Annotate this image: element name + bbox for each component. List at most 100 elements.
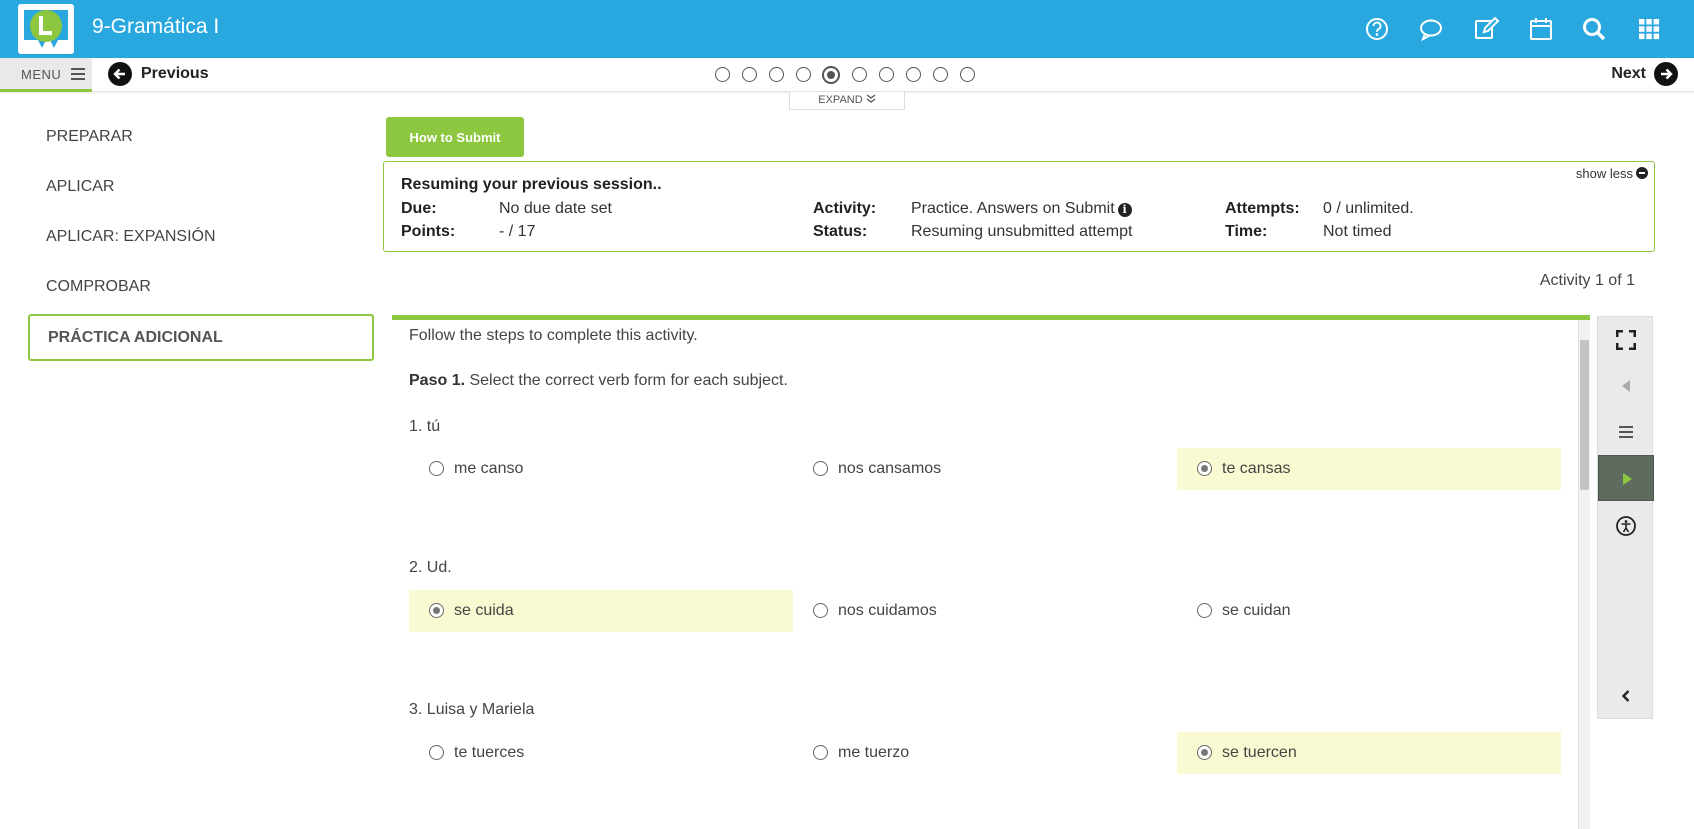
sidebar-item-comprobar[interactable]: COMPROBAR — [46, 278, 151, 296]
accessibility-button[interactable] — [1598, 503, 1654, 549]
activity-intro: Follow the steps to complete this activi… — [409, 327, 698, 344]
minus-circle-icon — [1636, 167, 1648, 179]
option-label: te cansas — [1222, 460, 1291, 477]
play-button[interactable] — [1598, 455, 1654, 501]
activity-counter: Activity 1 of 1 — [1539, 272, 1635, 289]
question-label: 3. Luisa y Mariela — [409, 701, 535, 718]
edit-icon[interactable] — [1471, 14, 1501, 44]
collapse-toolbar-button[interactable] — [1598, 673, 1654, 719]
page-dot[interactable] — [796, 67, 811, 82]
option-label: me canso — [454, 460, 524, 477]
help-icon[interactable] — [1362, 14, 1392, 44]
chat-icon[interactable] — [1416, 14, 1446, 44]
fullscreen-button[interactable] — [1598, 317, 1654, 363]
option-label: se tuercen — [1222, 744, 1297, 761]
answer-option[interactable]: nos cansamos — [793, 448, 1177, 490]
top-bar: 9-Gramática I — [0, 0, 1694, 58]
attempts-label: Attempts: — [1225, 200, 1300, 217]
answer-option[interactable]: me tuerzo — [793, 732, 1177, 774]
activity-value-wrap: Practice. Answers on Submit i — [911, 200, 1132, 218]
radio-button[interactable] — [813, 745, 828, 760]
radio-button-checked[interactable] — [1197, 745, 1212, 760]
page-dot[interactable] — [852, 67, 867, 82]
page-dot[interactable] — [742, 67, 757, 82]
answer-option[interactable]: me canso — [409, 448, 793, 490]
list-icon — [1619, 426, 1633, 438]
apps-grid-icon[interactable] — [1634, 14, 1664, 44]
page-dot-current[interactable] — [822, 66, 840, 84]
back-button[interactable] — [1598, 363, 1654, 409]
list-button[interactable] — [1598, 409, 1654, 455]
session-heading: Resuming your previous session.. — [401, 176, 662, 193]
next-button[interactable]: Next — [1611, 62, 1678, 88]
answer-option[interactable]: te tuerces — [409, 732, 793, 774]
expand-toggle[interactable]: EXPAND — [789, 92, 905, 110]
points-label: Points: — [401, 223, 456, 240]
info-icon[interactable]: i — [1117, 203, 1132, 217]
answer-option-selected[interactable]: se tuercen — [1177, 732, 1561, 774]
back-triangle-icon — [1622, 380, 1630, 392]
accessibility-icon — [1616, 516, 1636, 536]
answer-option-selected[interactable]: te cansas — [1177, 448, 1561, 490]
calendar-icon[interactable] — [1526, 14, 1556, 44]
session-info-panel: Resuming your previous session.. show le… — [383, 161, 1655, 252]
step-label: Paso 1. — [409, 372, 466, 389]
previous-label: Previous — [141, 65, 209, 82]
answer-option[interactable]: se cuidan — [1177, 590, 1561, 632]
nav-bar: MENU Previous Next — [0, 58, 1694, 92]
fullscreen-icon — [1616, 330, 1636, 350]
page-dot[interactable] — [933, 67, 948, 82]
question-label: 2. Ud. — [409, 559, 452, 576]
page-dot[interactable] — [715, 67, 730, 82]
option-label: nos cuidamos — [838, 602, 937, 619]
due-value: No due date set — [499, 200, 612, 217]
radio-button-checked[interactable] — [429, 603, 444, 618]
how-to-submit-button[interactable]: How to Submit — [386, 117, 524, 157]
menu-label: MENU — [21, 67, 62, 82]
sidebar-item-preparar[interactable]: PREPARAR — [46, 128, 133, 146]
page-dot[interactable] — [879, 67, 894, 82]
show-less-link[interactable]: show less — [1576, 166, 1648, 181]
option-label: te tuerces — [454, 744, 525, 761]
activity-toolbar — [1597, 316, 1654, 719]
double-chevron-down-icon — [866, 94, 876, 106]
next-label: Next — [1611, 65, 1646, 82]
status-label: Status: — [813, 223, 868, 240]
answer-option[interactable]: nos cuidamos — [793, 590, 1177, 632]
sidebar-item-aplicar[interactable]: APLICAR — [46, 178, 114, 196]
answer-option-selected[interactable]: se cuida — [409, 590, 793, 632]
hamburger-icon — [71, 68, 86, 83]
menu-button[interactable]: MENU — [0, 58, 92, 92]
radio-button[interactable] — [429, 745, 444, 760]
option-label: me tuerzo — [838, 744, 910, 761]
step-instruction: Paso 1. Select the correct verb form for… — [409, 372, 788, 390]
page-dot[interactable] — [906, 67, 921, 82]
question-label: 1. tú — [409, 418, 441, 435]
radio-button[interactable] — [813, 603, 828, 618]
points-value: - / 17 — [499, 223, 536, 240]
radio-button[interactable] — [1197, 603, 1212, 618]
page-dot[interactable] — [960, 67, 975, 82]
attempts-value: 0 / unlimited. — [1323, 200, 1414, 217]
option-label: nos cansamos — [838, 460, 942, 477]
play-icon — [1623, 473, 1632, 485]
radio-button[interactable] — [429, 461, 444, 476]
collapse-chevron-icon — [1621, 690, 1630, 702]
step-text: Select the correct verb form for each su… — [465, 372, 788, 389]
scrollbar-thumb[interactable] — [1580, 340, 1589, 490]
show-less-label: show less — [1575, 166, 1633, 181]
sidebar-item-aplicar-expansion[interactable]: APLICAR: EXPANSIÓN — [46, 228, 216, 246]
option-label: se cuida — [454, 602, 514, 619]
expand-label: EXPAND — [818, 94, 863, 106]
activity-label: Activity: — [813, 200, 877, 217]
search-icon[interactable] — [1579, 14, 1609, 44]
radio-button[interactable] — [813, 461, 828, 476]
app-logo[interactable] — [18, 4, 74, 54]
sidebar-item-practica-adicional[interactable]: PRÁCTICA ADICIONAL — [28, 314, 374, 361]
radio-button-checked[interactable] — [1197, 461, 1212, 476]
app-title: 9-Gramática I — [92, 15, 220, 38]
previous-button[interactable]: Previous — [108, 62, 209, 88]
time-value: Not timed — [1323, 223, 1392, 240]
page-dot[interactable] — [769, 67, 784, 82]
option-label: se cuidan — [1222, 602, 1291, 619]
